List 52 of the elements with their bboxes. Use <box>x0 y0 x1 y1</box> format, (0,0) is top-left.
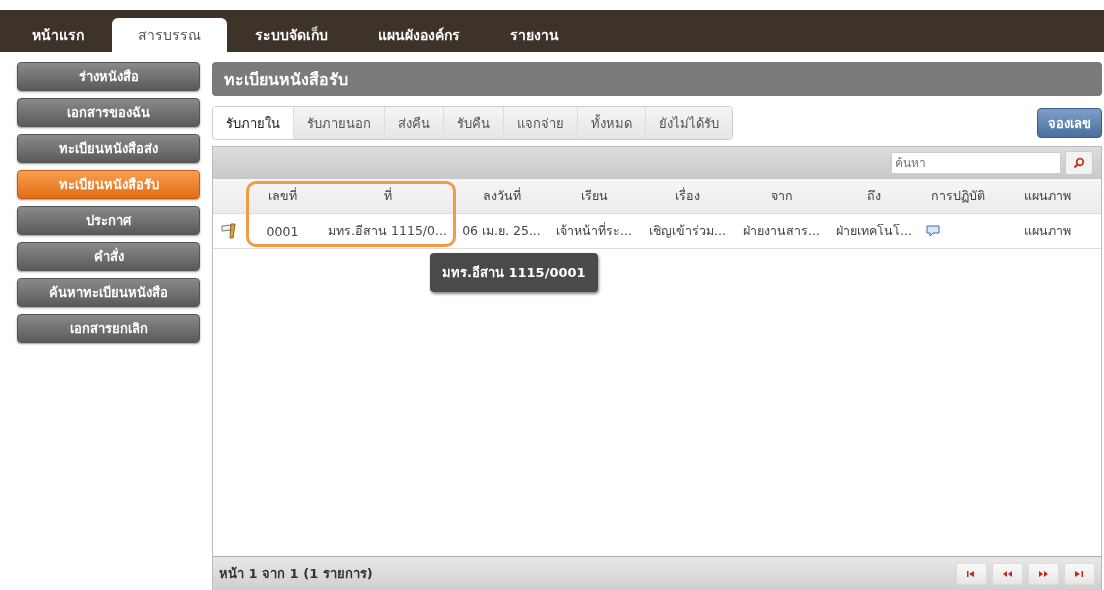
column-header[interactable]: ที่ <box>320 186 455 206</box>
sidebar-button[interactable]: เอกสารยกเลิก <box>17 314 200 343</box>
table-cell-text: 06 เม.ย. 25... <box>461 222 542 240</box>
pager-button[interactable] <box>992 562 1023 585</box>
page-info: หน้า 1 จาก 1 (1 รายการ) <box>219 565 373 583</box>
sidebar-button[interactable]: เอกสารของฉัน <box>17 98 200 127</box>
table-cell-text: เชิญเข้าร่วม... <box>648 222 727 240</box>
panel-title: ทะเบียนหนังสือรับ <box>212 62 1102 96</box>
first-page-icon <box>966 569 977 578</box>
table-cell-text: แผนภาพ <box>1023 222 1072 240</box>
panel-tab[interactable]: ทั้งหมด <box>577 107 645 139</box>
speech-bubble-icon[interactable] <box>926 225 940 237</box>
last-page-icon <box>1074 569 1085 578</box>
table-cell-text: ฝ่ายเทคโนโ... <box>835 222 913 240</box>
sidebar-button[interactable]: ร่างหนังสือ <box>17 62 200 91</box>
column-header[interactable]: เลขที่ <box>245 186 320 206</box>
nav-tab[interactable]: รายงาน <box>488 18 581 52</box>
table-cell-text: เจ้าหน้าที่ระ... <box>555 221 633 240</box>
table-cell-text: ฝ่ายงานสาร... <box>742 222 821 240</box>
sidebar-button[interactable]: ทะเบียนหนังสือส่ง <box>17 134 200 163</box>
panel-tab[interactable]: ส่งคืน <box>384 107 443 139</box>
column-header[interactable]: จาก <box>735 186 828 206</box>
table-cell-text: มทร.อีสาน 1115/0... <box>327 222 448 240</box>
column-header[interactable]: ถึง <box>828 186 920 206</box>
column-header[interactable]: ลงวันที่ <box>455 186 548 206</box>
flag-icon <box>220 223 238 239</box>
previous-page-icon <box>1002 569 1013 578</box>
pager-button[interactable] <box>956 562 987 585</box>
next-page-icon <box>1038 569 1049 578</box>
search-field[interactable]: ค้นหา <box>891 152 1061 174</box>
search-icon <box>1073 157 1085 169</box>
search-button[interactable] <box>1065 151 1093 175</box>
panel-tab[interactable]: ยังไม่ได้รับ <box>645 107 732 139</box>
panel-tab[interactable]: รับภายนอก <box>293 107 384 139</box>
column-header[interactable]: แผนภาพ <box>995 186 1100 206</box>
nav-tab[interactable]: สารบรรณ <box>112 18 227 52</box>
column-header[interactable]: เรียน <box>548 186 640 206</box>
sidebar-button[interactable]: คำสั่ง <box>17 242 200 271</box>
pager-button[interactable] <box>1028 562 1059 585</box>
reserve-button[interactable]: จองเลข <box>1037 108 1102 138</box>
sidebar-button[interactable]: ประกาศ <box>17 206 200 235</box>
table-cell-text: 0001 <box>265 223 300 239</box>
nav-tab[interactable]: หน้าแรก <box>10 18 106 52</box>
panel-tab[interactable]: แจกจ่าย <box>503 107 577 139</box>
column-header[interactable]: เรื่อง <box>640 186 735 206</box>
sidebar-button[interactable]: ค้นหาทะเบียนหนังสือ <box>17 278 200 307</box>
nav-tab[interactable]: ระบบจัดเก็บ <box>233 18 350 52</box>
pager-button[interactable] <box>1064 562 1095 585</box>
column-header[interactable]: การปฏิบัติ <box>920 186 995 206</box>
tooltip: มทร.อีสาน 1115/0001 <box>430 253 598 292</box>
nav-tab[interactable]: แผนผังองค์กร <box>356 18 482 52</box>
panel-tab[interactable]: รับคืน <box>443 107 503 139</box>
